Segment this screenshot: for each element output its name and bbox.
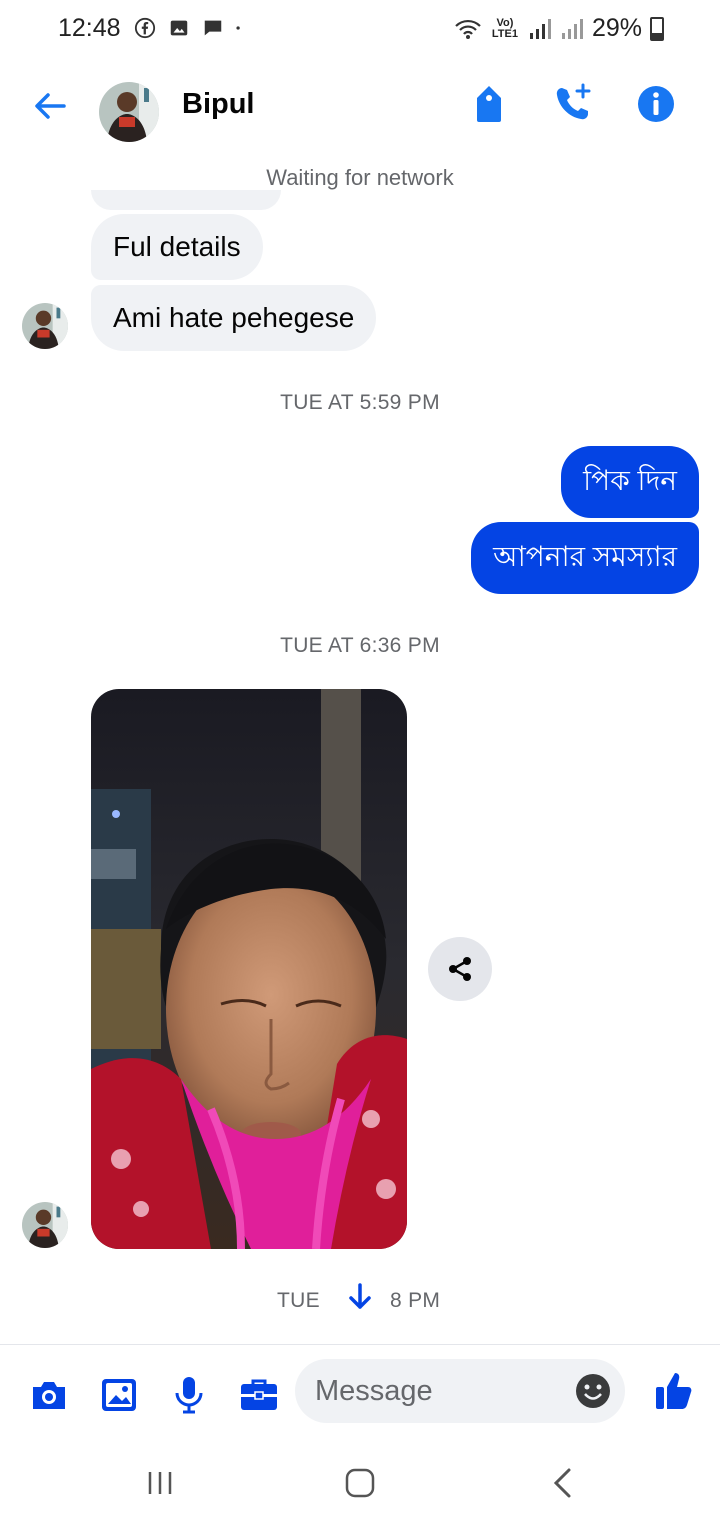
status-bar: 12:48 Vo) LTE1 29%	[0, 0, 720, 58]
recent-apps-button[interactable]	[135, 1458, 185, 1508]
network-status-notice: Waiting for network	[266, 165, 454, 190]
system-navigation-bar	[0, 1440, 720, 1520]
timestamp-right: 8 PM	[390, 1289, 441, 1312]
sender-avatar[interactable]	[22, 1202, 68, 1248]
notification-icons	[134, 17, 246, 39]
tag-icon[interactable]	[467, 82, 511, 126]
avatar-image	[99, 82, 159, 142]
outgoing-message[interactable]: পিক দিন	[561, 446, 699, 518]
message-timestamp: TUE AT 5:59 PM	[280, 391, 440, 414]
contact-name[interactable]: Bipul	[182, 88, 255, 121]
message-text: Ful details	[113, 231, 241, 262]
dot-icon	[236, 26, 240, 30]
avatar[interactable]	[99, 82, 159, 142]
camera-icon[interactable]	[27, 1373, 71, 1417]
scroll-to-bottom-button[interactable]	[336, 1276, 384, 1318]
home-button[interactable]	[335, 1458, 385, 1508]
thumbs-up-icon[interactable]	[652, 1369, 696, 1413]
message-text: আপনার সমস্যার	[493, 540, 677, 572]
wifi-icon	[455, 19, 481, 39]
message-input-container	[295, 1359, 625, 1423]
arrow-left-icon[interactable]	[28, 84, 72, 128]
recent-apps-icon	[148, 1472, 172, 1494]
outgoing-message[interactable]: আপনার সমস্যার	[471, 522, 699, 594]
message-text: পিক দিন	[583, 464, 677, 496]
message-composer	[0, 1344, 720, 1440]
battery-percent: 29%	[591, 14, 642, 42]
info-icon[interactable]	[634, 82, 678, 126]
signal-icon-2	[561, 18, 583, 39]
signal-icon-1	[529, 18, 551, 39]
share-icon	[449, 957, 471, 981]
arrow-down-icon	[349, 1283, 371, 1309]
chevron-left-icon	[553, 1468, 571, 1498]
battery-icon	[650, 16, 664, 41]
status-time: 12:48	[58, 14, 121, 42]
conversation-header: Bipul	[0, 70, 720, 142]
home-icon	[345, 1468, 375, 1498]
partial-message-bubble[interactable]	[91, 190, 281, 210]
phone-add-icon[interactable]	[550, 82, 594, 126]
photo-image	[91, 689, 407, 1249]
status-right: Vo) LTE1 29%	[454, 14, 664, 43]
image-icon[interactable]	[97, 1373, 141, 1417]
sender-avatar[interactable]	[22, 303, 68, 349]
timestamp-left: TUE	[277, 1289, 320, 1312]
back-button[interactable]	[537, 1458, 587, 1508]
incoming-message[interactable]: Ami hate pehegese	[91, 285, 377, 351]
emoji-icon[interactable]	[575, 1373, 611, 1409]
image-notification-icon	[170, 20, 188, 36]
microphone-icon[interactable]	[167, 1373, 211, 1417]
share-button[interactable]	[428, 937, 492, 1001]
facebook-icon	[134, 17, 156, 39]
incoming-message[interactable]: Ful details	[91, 214, 263, 280]
message-input[interactable]	[315, 1359, 565, 1423]
briefcase-icon[interactable]	[237, 1373, 281, 1417]
chat-notification-icon	[204, 20, 222, 36]
photo-message[interactable]	[91, 689, 407, 1249]
network-type-label: Vo) LTE1	[491, 16, 518, 40]
message-text: Ami hate pehegese	[113, 302, 355, 333]
avatar-image	[22, 303, 68, 349]
message-timestamp: TUE AT 6:36 PM	[280, 634, 440, 657]
avatar-image	[22, 1202, 68, 1248]
